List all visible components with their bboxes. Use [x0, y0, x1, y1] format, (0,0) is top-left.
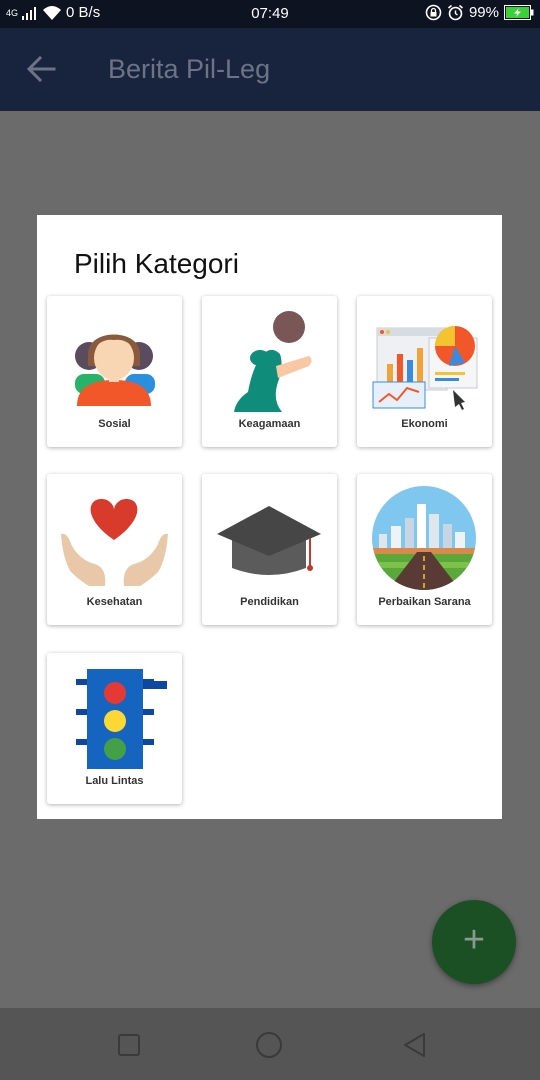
battery-percent: 99%: [468, 4, 499, 21]
page-title: Berita Pil-Leg: [108, 54, 271, 84]
battery-charging-icon: [504, 5, 534, 20]
graduation-cap-icon: [217, 506, 321, 575]
economy-chart-icon: [372, 326, 478, 410]
status-right: 99%: [425, 4, 534, 21]
category-card-sosial[interactable]: Sosial: [47, 296, 182, 447]
triangle-back-icon[interactable]: [400, 1030, 430, 1060]
people-icon: [75, 334, 155, 406]
dialog-title: Pilih Kategori: [74, 248, 239, 279]
rotation-lock-icon: [425, 4, 442, 21]
add-button[interactable]: +: [432, 900, 516, 984]
category-label: Sosial: [98, 418, 131, 430]
heart-hands-icon: [61, 499, 168, 586]
circle-home-icon[interactable]: [254, 1030, 284, 1060]
category-dialog: Pilih Kategori Sosial Keagamaan Ekonomi …: [37, 215, 502, 819]
category-card-perbaikan-sarana[interactable]: Perbaikan Sarana: [357, 474, 492, 625]
category-label: Kesehatan: [86, 596, 143, 608]
category-card-keagamaan[interactable]: Keagamaan: [202, 296, 337, 447]
praying-person-icon: [234, 311, 312, 412]
city-road-icon: [372, 486, 476, 590]
arrow-left-icon[interactable]: [24, 52, 58, 86]
status-bar: 4G 0 B/s 07:49 99%: [0, 0, 540, 28]
category-label: Lalu Lintas: [85, 775, 144, 787]
category-label: Ekonomi: [401, 418, 448, 430]
category-card-ekonomi[interactable]: Ekonomi: [357, 296, 492, 447]
traffic-light-icon: [76, 669, 167, 769]
category-label: Keagamaan: [238, 418, 301, 430]
category-label: Pendidikan: [240, 596, 299, 608]
plus-icon: +: [462, 919, 486, 961]
category-card-kesehatan[interactable]: Kesehatan: [47, 474, 182, 625]
app-bar: Berita Pil-Leg: [0, 28, 540, 111]
category-card-pendidikan[interactable]: Pendidikan: [202, 474, 337, 625]
system-nav-bar: [0, 1008, 540, 1080]
category-label: Perbaikan Sarana: [378, 596, 471, 608]
alarm-icon: [447, 4, 463, 21]
category-card-lalu-lintas[interactable]: Lalu Lintas: [47, 653, 182, 804]
square-recents-icon[interactable]: [114, 1030, 144, 1060]
